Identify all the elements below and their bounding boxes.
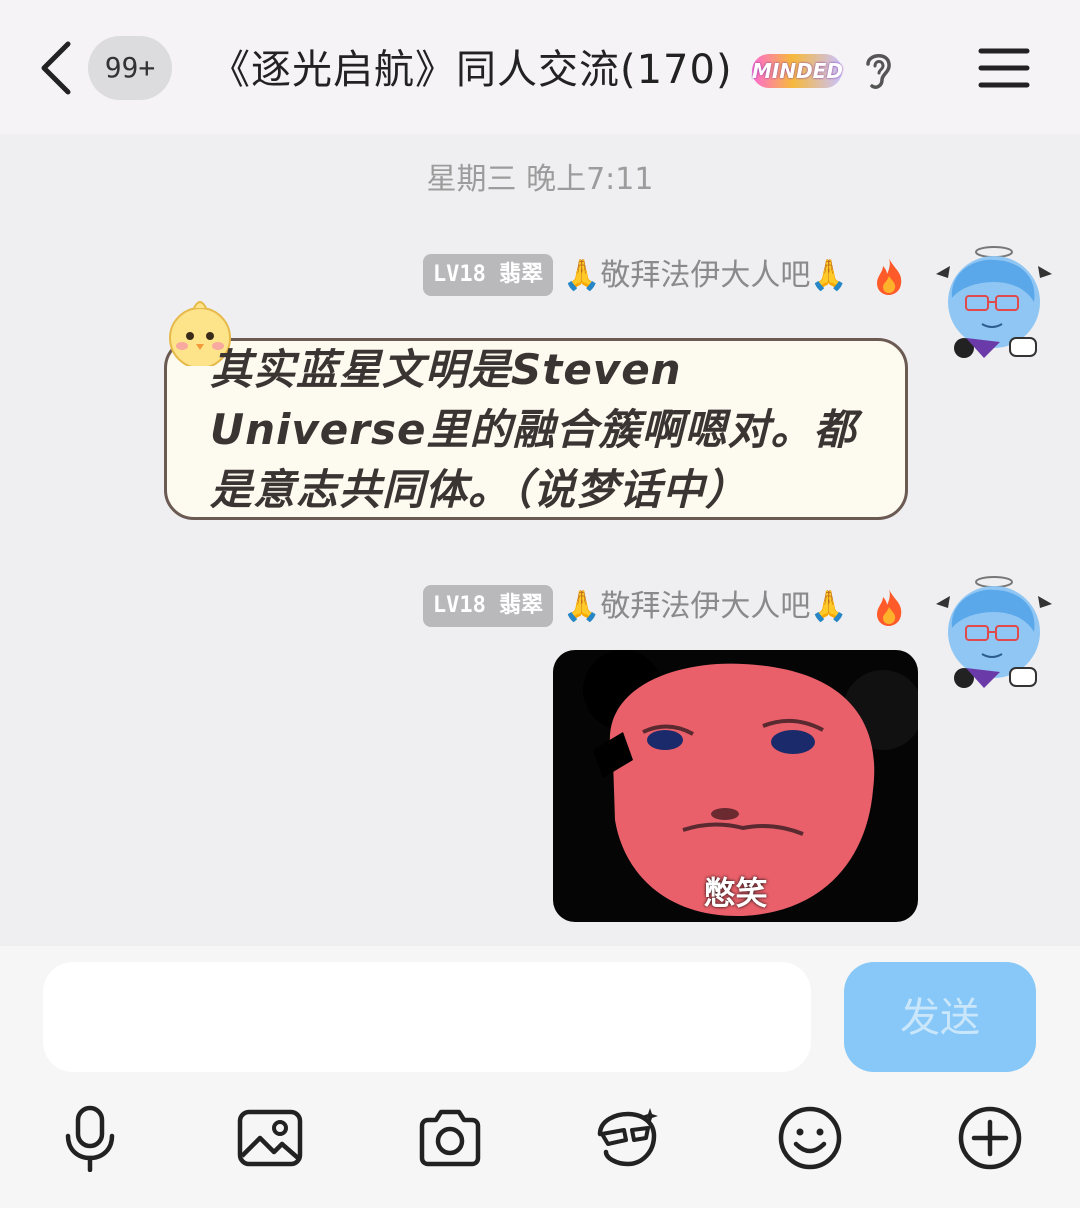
avatar[interactable] xyxy=(930,238,1058,366)
menu-icon[interactable] xyxy=(978,46,1030,90)
plus-icon[interactable] xyxy=(956,1104,1024,1172)
sticker-caption: 憋笑 xyxy=(703,874,768,912)
emoji-icon[interactable] xyxy=(776,1104,844,1172)
image-icon[interactable] xyxy=(236,1104,304,1172)
group-title[interactable]: 《逐光启航》同人交流(170) xyxy=(210,40,733,100)
send-button[interactable]: 发送 xyxy=(844,962,1036,1072)
chat-header: 99+ 《逐光启航》同人交流(170) MINDED xyxy=(0,0,1080,134)
sender-nickname[interactable]: 🙏敬拜法伊大人吧🙏 xyxy=(563,585,848,629)
level-badge: LV18 翡翠 xyxy=(423,254,553,296)
sticker-image[interactable]: 憋笑 xyxy=(553,650,918,922)
message-input[interactable] xyxy=(43,962,811,1072)
sender-nickname[interactable]: 🙏敬拜法伊大人吧🙏 xyxy=(563,254,848,298)
ear-icon[interactable] xyxy=(858,48,898,92)
message-text: 其实蓝星文明是Steven Universe里的融合簇啊嗯对。都是意志共同体。（… xyxy=(210,345,857,514)
sender-meta: LV18 翡翠 🙏敬拜法伊大人吧🙏 xyxy=(423,585,913,629)
back-arrow-icon[interactable] xyxy=(36,38,76,98)
fire-icon xyxy=(877,258,902,295)
avatar[interactable] xyxy=(930,568,1058,696)
fire-icon xyxy=(877,589,902,626)
camera-icon[interactable] xyxy=(416,1104,484,1172)
mask-icon[interactable] xyxy=(594,1104,662,1172)
level-badge: LV18 翡翠 xyxy=(423,585,553,627)
message-timestamp: 星期三 晚上7:11 xyxy=(426,162,654,197)
unread-count-badge[interactable]: 99+ xyxy=(88,36,172,100)
microphone-icon[interactable] xyxy=(56,1104,124,1172)
brand-logo: MINDED xyxy=(752,54,843,88)
sender-meta: LV18 翡翠 🙏敬拜法伊大人吧🙏 xyxy=(423,254,913,298)
